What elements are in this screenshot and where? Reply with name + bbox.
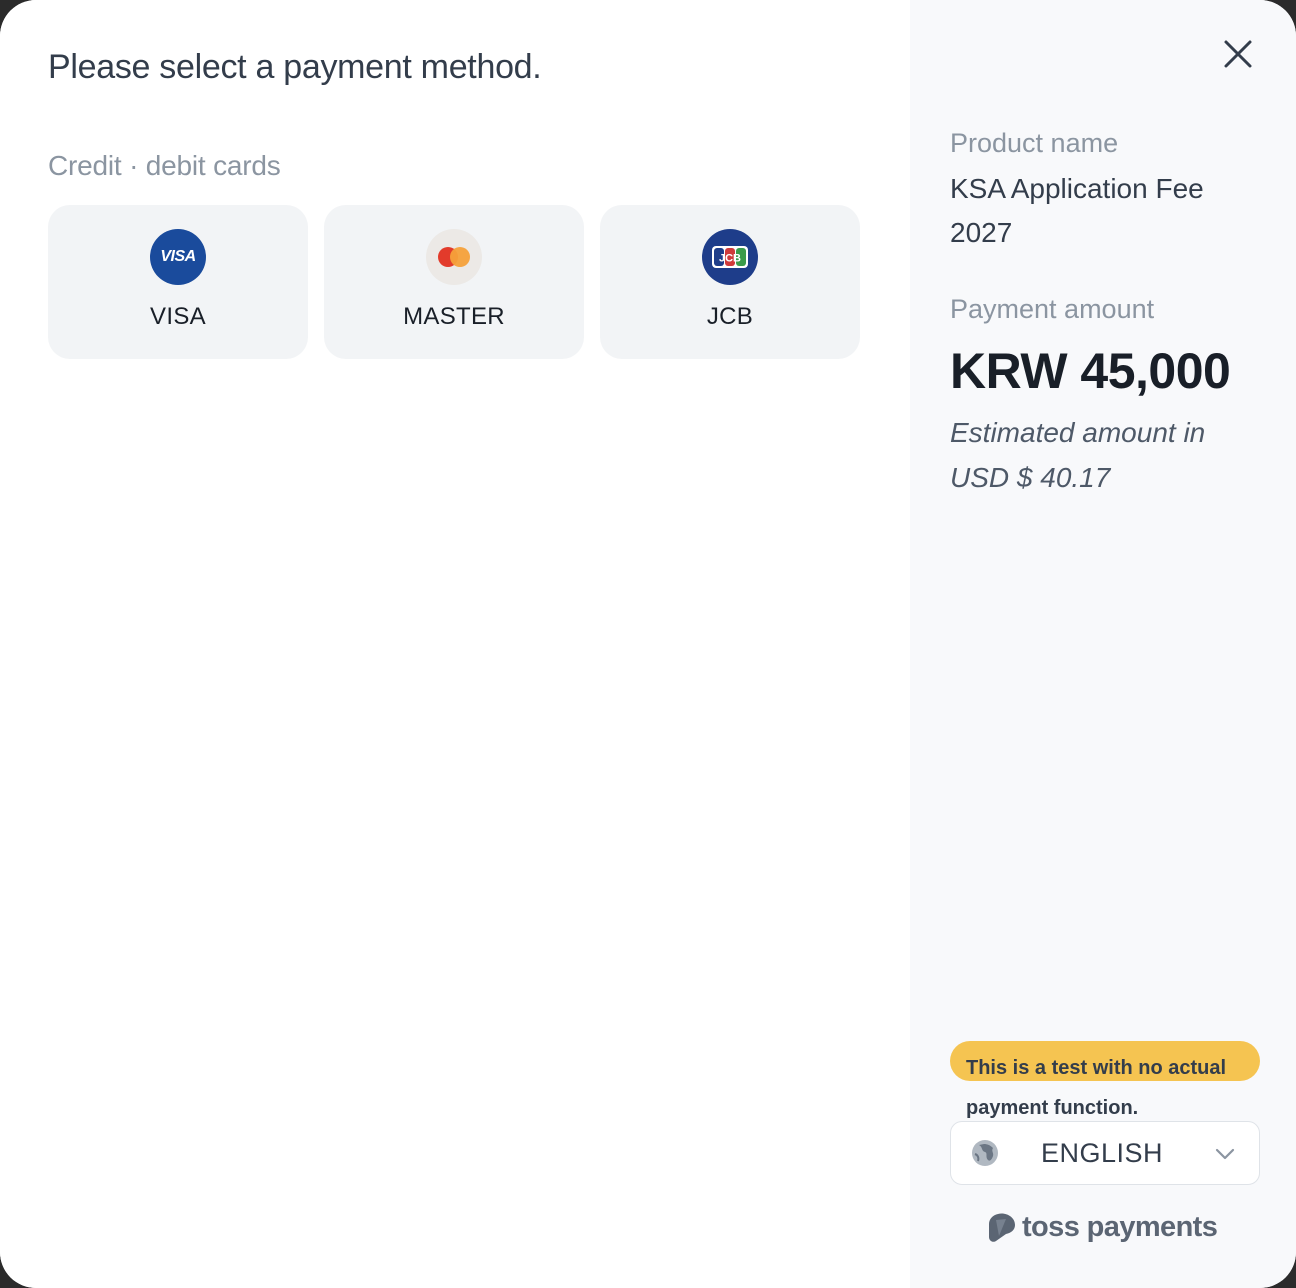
language-select[interactable]: ENGLISH (950, 1121, 1260, 1185)
page-title: Please select a payment method. (48, 48, 542, 86)
order-summary-panel: Product name KSA Application Fee 2027 Pa… (910, 0, 1296, 1288)
test-notice: This is a test with no actual payment fu… (966, 1057, 1227, 1119)
payment-amount-value: KRW 45,000 (950, 343, 1231, 399)
chevron-down-icon (1215, 1148, 1235, 1160)
language-value: ENGLISH (1041, 1138, 1164, 1168)
card-option-label: VISA (150, 303, 206, 330)
visa-logo-icon: VISA (150, 229, 206, 285)
product-name-value: KSA Application Fee 2027 (950, 173, 1204, 248)
payment-amount-label: Payment amount (950, 294, 1155, 324)
card-option-visa[interactable]: VISA VISA (48, 205, 308, 359)
mastercard-logo-icon (426, 229, 482, 285)
payment-modal: Please select a payment method. Credit ·… (0, 0, 1296, 1288)
section-label-cards: Credit · debit cards (48, 150, 281, 181)
globe-icon (972, 1140, 998, 1166)
card-option-label: JCB (706, 303, 754, 330)
card-options: VISA VISA MASTER JCB JCB (48, 205, 860, 359)
card-option-master[interactable]: MASTER (324, 205, 584, 359)
card-option-label: MASTER (403, 303, 505, 330)
estimated-amount: Estimated amount in USD $ 40.17 (950, 417, 1206, 493)
card-option-jcb[interactable]: JCB JCB (600, 205, 860, 359)
close-button[interactable] (1220, 36, 1256, 72)
toss-logo-icon (989, 1213, 1015, 1242)
jcb-logo-icon: JCB (702, 229, 758, 285)
payment-method-panel: Please select a payment method. Credit ·… (0, 0, 910, 1288)
brand-logo: toss payments (984, 1210, 1218, 1244)
svg-text:JCB: JCB (719, 253, 741, 265)
close-icon (1224, 40, 1252, 68)
product-name-label: Product name (950, 128, 1119, 158)
